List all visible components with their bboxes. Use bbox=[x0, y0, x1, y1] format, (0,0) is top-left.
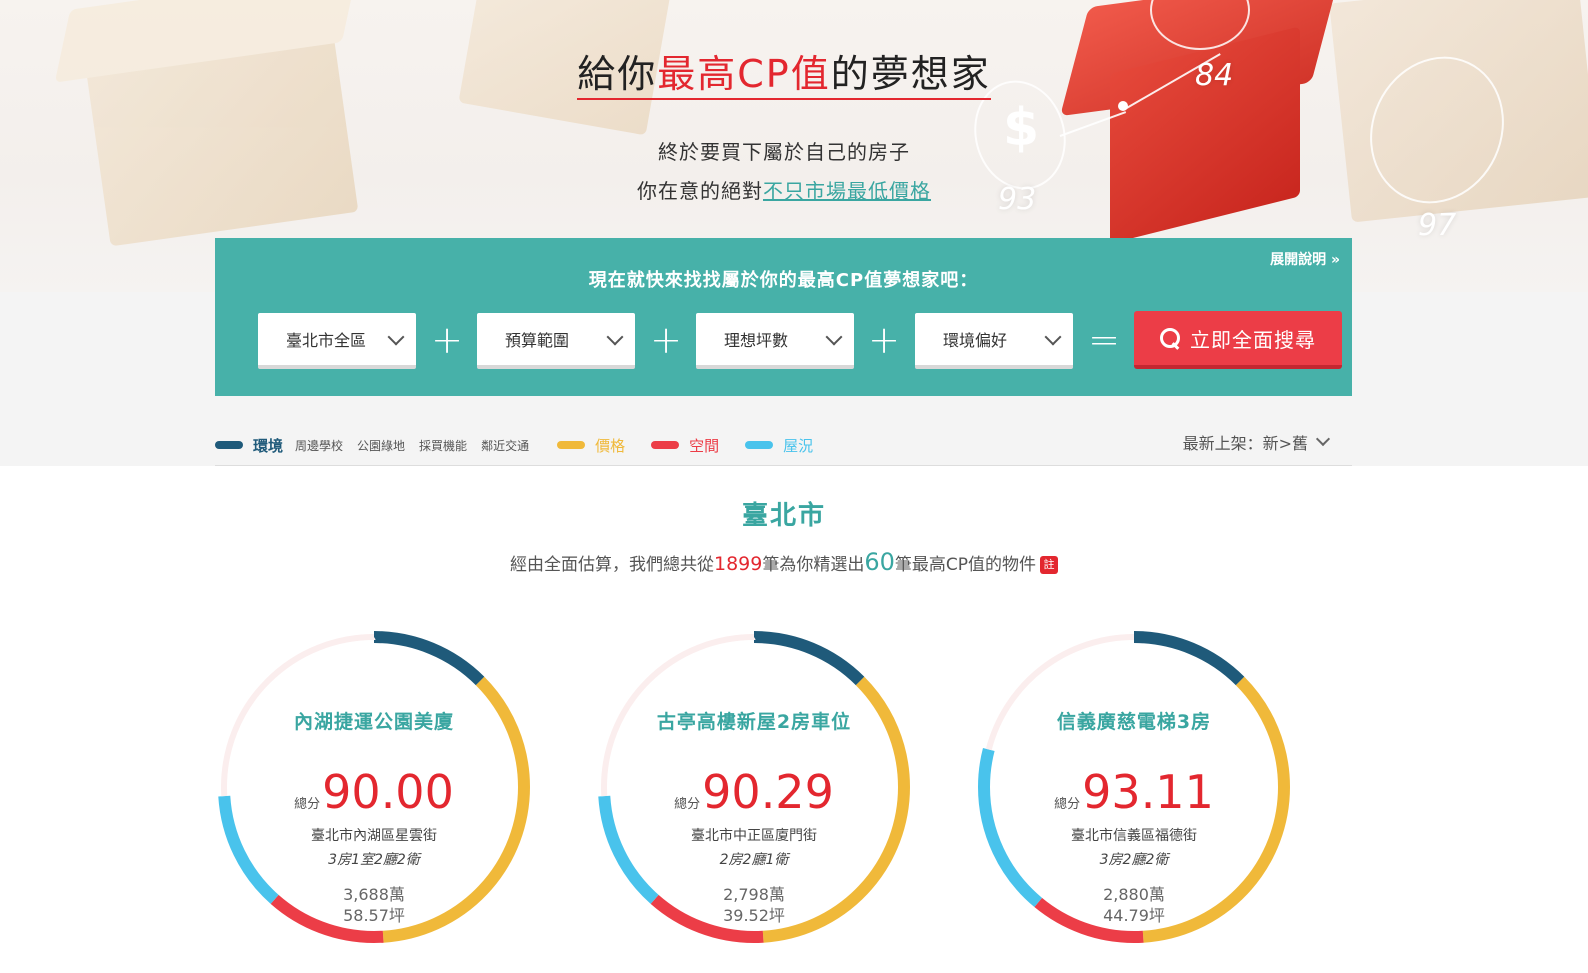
legend-condition: 屋況 bbox=[783, 436, 814, 455]
chevron-down-icon bbox=[1044, 328, 1062, 346]
hero-subtitle-2: 你在意的絕對不只市場最低價格 bbox=[637, 179, 931, 203]
listing-layout: 3房1室2廳2衛 bbox=[328, 852, 420, 868]
listing-address: 臺北市信義區福德街 bbox=[1071, 828, 1197, 844]
listing-name: 信義廣慈電梯3房 bbox=[1056, 711, 1212, 733]
title-highlight: 最高CP值 bbox=[657, 52, 831, 96]
budget-select[interactable]: 預算範圍 bbox=[477, 313, 635, 369]
legend-price: 價格 bbox=[595, 436, 626, 455]
area-select[interactable]: 理想坪數 bbox=[696, 313, 854, 369]
legend-env-sub: 公園綠地 bbox=[357, 438, 406, 453]
legend-space: 空間 bbox=[689, 436, 720, 455]
listing-layout: 3房2廳2衛 bbox=[1099, 852, 1169, 868]
search-panel: 展開說明 » 現在就快來找找屬於你的最高CP值夢想家吧： 臺北市全區 + 預算範… bbox=[215, 238, 1352, 396]
legend-env-sub: 採買機能 bbox=[419, 438, 468, 453]
listing-name: 內湖捷運公園美廈 bbox=[293, 711, 454, 733]
listing-address: 臺北市中正區廈門街 bbox=[691, 828, 817, 844]
listing-area: 39.52坪 bbox=[723, 906, 785, 925]
equals-sign: = bbox=[1088, 318, 1120, 362]
legend-env: 環境 bbox=[253, 436, 284, 455]
environment-select[interactable]: 環境偏好 bbox=[915, 313, 1073, 369]
listing-name: 古亭高樓新屋2房車位 bbox=[656, 711, 852, 733]
note-badge[interactable]: 註 bbox=[1040, 556, 1059, 574]
divider bbox=[215, 465, 1352, 466]
search-icon bbox=[1160, 328, 1180, 348]
legend-env-sub: 鄰近交通 bbox=[481, 438, 530, 453]
listing-card[interactable]: 古亭高樓新屋2房車位 總分90.29 臺北市中正區廈門街 2房2廳1衛 2,79… bbox=[594, 627, 914, 947]
chevron-down-icon bbox=[1315, 431, 1331, 447]
hero-subtitle: 終於要買下屬於自己的房子 bbox=[658, 140, 910, 164]
wooden-house-decoration bbox=[81, 3, 359, 247]
listing-score: 總分90.00 bbox=[294, 765, 454, 819]
chevron-down-icon bbox=[606, 328, 624, 346]
search-panel-title: 現在就快來找找屬於你的最高CP值夢想家吧： bbox=[588, 270, 979, 291]
listing-score: 總分93.11 bbox=[1054, 765, 1214, 819]
listing-card[interactable]: 信義廣慈電梯3房 總分93.11 臺北市信義區福德街 3房2廳2衛 2,880萬… bbox=[974, 627, 1294, 947]
listing-card[interactable]: 內湖捷運公園美廈 總分90.00 臺北市內湖區星雲街 3房1室2廳2衛 3,68… bbox=[214, 627, 534, 947]
city-heading: 臺北市 bbox=[741, 501, 826, 531]
listing-score: 總分90.29 bbox=[674, 765, 834, 819]
sort-dropdown[interactable]: 最新上架：新>舊 bbox=[1183, 430, 1331, 454]
listing-address: 臺北市內湖區星雲街 bbox=[311, 828, 437, 844]
halo-number: 97 bbox=[1418, 208, 1457, 243]
page: $ 93 84 97 給你最高CP值的夢想家 終於要買下屬於自己的房子 你在意的… bbox=[0, 0, 1588, 973]
condition-color-swatch bbox=[745, 441, 774, 449]
env-color-swatch bbox=[215, 441, 243, 449]
market-price-link[interactable]: 不只市場最低價格 bbox=[763, 179, 931, 203]
selected-count: 60 bbox=[864, 548, 895, 576]
plus-sign: + bbox=[431, 318, 463, 362]
score-legend: 環境 周邊學校 公園綠地 採買機能 鄰近交通 價格 空間 屋況 最新上架：新>舊 bbox=[215, 430, 1352, 460]
results-summary: 經由全面估算，我們總共從1899筆為你精選出60筆最高CP值的物件註 bbox=[0, 548, 1568, 576]
search-button[interactable]: 立即全面搜尋 bbox=[1134, 311, 1342, 369]
hero-title: 給你最高CP值的夢想家 bbox=[0, 52, 1568, 100]
listing-area: 44.79坪 bbox=[1103, 906, 1165, 925]
plus-sign: + bbox=[650, 318, 682, 362]
listing-area: 58.57坪 bbox=[343, 906, 405, 925]
chevron-down-icon bbox=[825, 328, 843, 346]
plus-sign: + bbox=[868, 318, 900, 362]
district-select[interactable]: 臺北市全區 bbox=[258, 313, 416, 369]
chevron-down-icon bbox=[387, 328, 405, 346]
legend-env-sub: 周邊學校 bbox=[295, 438, 344, 453]
listing-layout: 2房2廳1衛 bbox=[719, 852, 789, 868]
total-count: 1899 bbox=[713, 553, 763, 575]
price-color-swatch bbox=[557, 441, 586, 449]
space-color-swatch bbox=[651, 441, 680, 449]
